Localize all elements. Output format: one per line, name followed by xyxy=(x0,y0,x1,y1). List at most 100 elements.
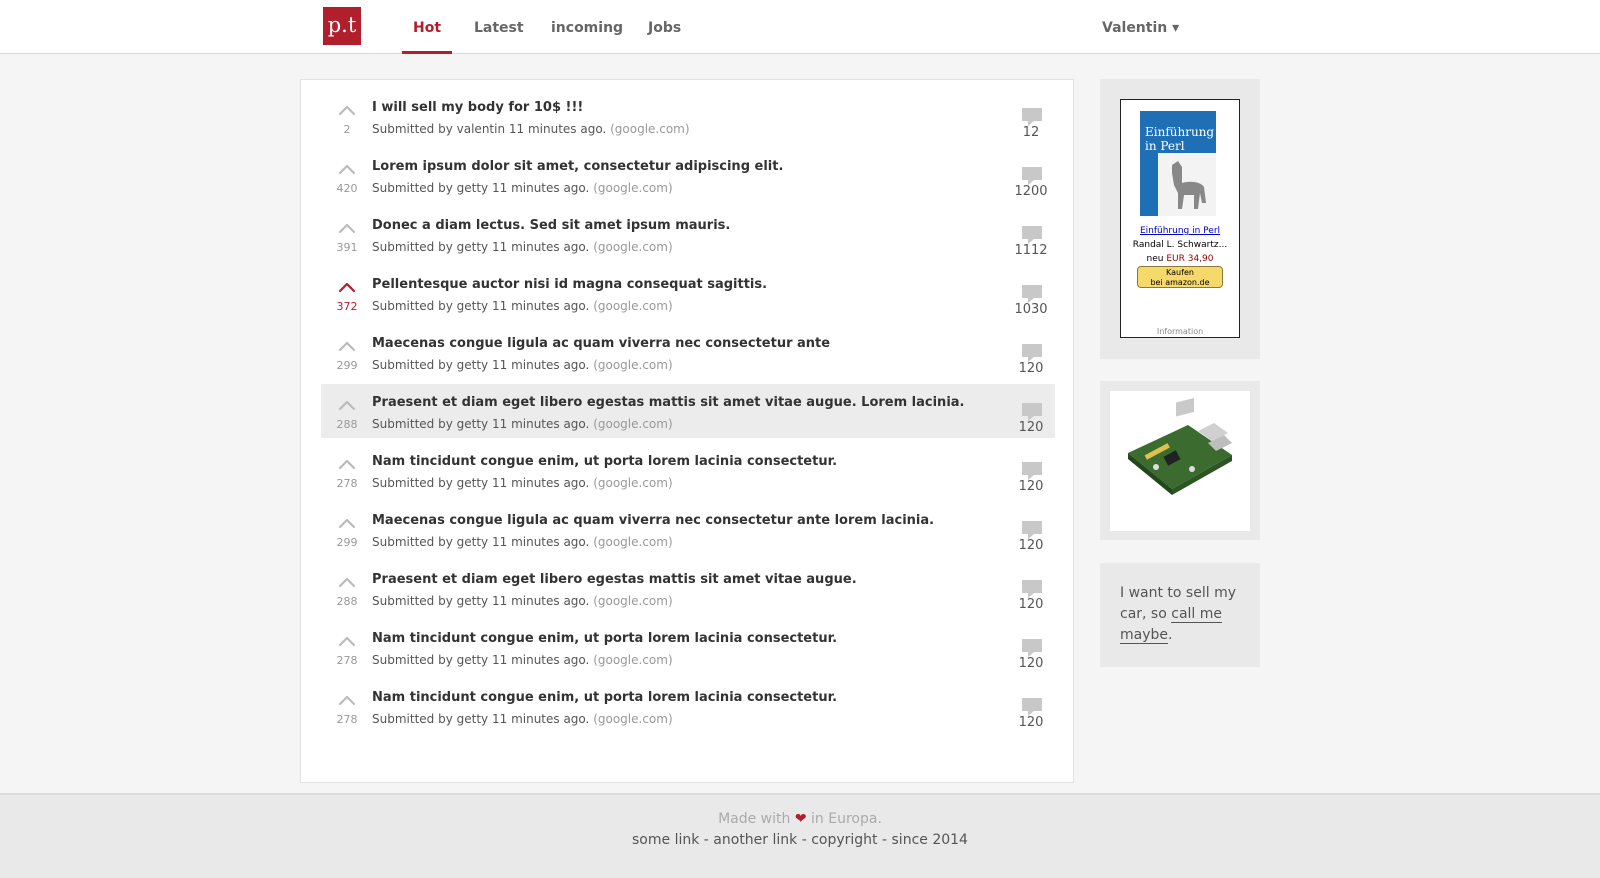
post-domain-link[interactable]: (google.com) xyxy=(593,358,672,372)
post-title-link[interactable]: I will sell my body for 10$ !!! xyxy=(372,100,583,115)
comment-count[interactable]: 120 xyxy=(991,597,1071,612)
user-menu-dropdown[interactable]: Valentin ▾ xyxy=(1102,20,1179,36)
post-meta: Submitted by valentin 11 minutes ago. (g… xyxy=(372,122,690,136)
post-title-link[interactable]: Nam tincidunt congue enim, ut porta lore… xyxy=(372,454,837,469)
post-title-link[interactable]: Nam tincidunt congue enim, ut porta lore… xyxy=(372,690,837,705)
post-meta: Submitted by getty 11 minutes ago. (goog… xyxy=(372,299,673,313)
site-logo[interactable]: p.t xyxy=(321,5,363,47)
post-meta: Submitted by getty 11 minutes ago. (goog… xyxy=(372,653,673,667)
post-title-link[interactable]: Pellentesque auctor nisi id magna conseq… xyxy=(372,277,767,292)
post-row: 299 Maecenas congue ligula ac quam viverr… xyxy=(321,325,1055,379)
upvote-arrow-icon[interactable] xyxy=(337,516,357,530)
post-time: 11 minutes ago. xyxy=(491,181,590,195)
ad-information-link[interactable]: Information xyxy=(1121,327,1239,336)
post-domain-link[interactable]: (google.com) xyxy=(610,122,689,136)
post-time: 11 minutes ago. xyxy=(491,653,590,667)
post-title-link[interactable]: Praesent et diam eget libero egestas mat… xyxy=(372,572,857,587)
upvote-arrow-icon[interactable] xyxy=(337,162,357,176)
post-row: 372 Pellentesque auctor nisi id magna con… xyxy=(321,266,1055,320)
post-domain-link[interactable]: (google.com) xyxy=(593,535,672,549)
promo-widget: I want to sell my car, so call me maybe. xyxy=(1100,563,1260,667)
comment-count[interactable]: 120 xyxy=(991,538,1071,553)
post-title-link[interactable]: Lorem ipsum dolor sit amet, consectetur … xyxy=(372,159,783,174)
comment-count[interactable]: 120 xyxy=(991,656,1071,671)
post-meta: Submitted by getty 11 minutes ago. (goog… xyxy=(372,358,673,372)
amazon-ad[interactable]: Einführung in Perl Einführung in Perl Ra… xyxy=(1120,99,1240,338)
comment-count[interactable]: 120 xyxy=(991,715,1071,730)
post-time: 11 minutes ago. xyxy=(491,476,590,490)
post-meta-prefix: Submitted by xyxy=(372,240,453,254)
comment-count[interactable]: 1200 xyxy=(991,184,1071,199)
post-list: 2 I will sell my body for 10$ !!! Submitte… xyxy=(300,79,1074,783)
post-time: 11 minutes ago. xyxy=(491,240,590,254)
post-author-link[interactable]: getty xyxy=(457,535,489,549)
post-row: 288 Praesent et diam eget libero egestas … xyxy=(321,384,1055,438)
vote-count: 288 xyxy=(336,418,358,431)
upvote-arrow-icon[interactable] xyxy=(337,634,357,648)
nav-tab-latest[interactable]: Latest xyxy=(474,20,524,54)
upvote-arrow-icon[interactable] xyxy=(337,103,357,117)
upvote-arrow-icon[interactable] xyxy=(337,221,357,235)
ad-buy-button[interactable]: Kaufen bei amazon.de xyxy=(1137,266,1223,288)
post-author-link[interactable]: getty xyxy=(457,712,489,726)
footer-link-copyright[interactable]: copyright xyxy=(811,832,877,848)
post-title-link[interactable]: Praesent et diam eget libero egestas mat… xyxy=(372,395,964,410)
comment-count[interactable]: 1030 xyxy=(991,302,1071,317)
post-title-link[interactable]: Nam tincidunt congue enim, ut porta lore… xyxy=(372,631,837,646)
post-domain-link[interactable]: (google.com) xyxy=(593,653,672,667)
post-author-link[interactable]: getty xyxy=(457,417,489,431)
post-author-link[interactable]: getty xyxy=(457,653,489,667)
post-title-link[interactable]: Donec a diam lectus. Sed sit amet ipsum … xyxy=(372,218,730,233)
footer-link-another[interactable]: another link xyxy=(713,832,797,848)
post-meta-prefix: Submitted by xyxy=(372,417,453,431)
book-cover-image[interactable]: Einführung in Perl xyxy=(1140,111,1216,216)
comment-count[interactable]: 1112 xyxy=(991,243,1071,258)
post-author-link[interactable]: getty xyxy=(457,476,489,490)
post-domain-link[interactable]: (google.com) xyxy=(593,299,672,313)
upvote-arrow-icon[interactable] xyxy=(337,457,357,471)
post-meta-prefix: Submitted by xyxy=(372,476,453,490)
post-domain-link[interactable]: (google.com) xyxy=(593,181,672,195)
post-domain-link[interactable]: (google.com) xyxy=(593,476,672,490)
promo-text-suffix: . xyxy=(1168,627,1173,643)
vote-count: 2 xyxy=(343,123,351,136)
post-title-link[interactable]: Maecenas congue ligula ac quam viverra n… xyxy=(372,336,830,351)
comment-count[interactable]: 120 xyxy=(991,361,1071,376)
post-row: 420 Lorem ipsum dolor sit amet, consectet… xyxy=(321,148,1055,202)
post-author-link[interactable]: getty xyxy=(457,358,489,372)
post-meta-prefix: Submitted by xyxy=(372,122,453,136)
heart-icon: ❤ xyxy=(794,811,807,827)
comment-count[interactable]: 120 xyxy=(991,479,1071,494)
comment-count[interactable]: 12 xyxy=(991,125,1071,140)
vote-count: 288 xyxy=(336,595,358,608)
nav-tab-incoming[interactable]: incoming xyxy=(551,20,623,54)
nav-tab-hot[interactable]: Hot xyxy=(402,20,452,54)
post-title-link[interactable]: Maecenas congue ligula ac quam viverra n… xyxy=(372,513,934,528)
post-author-link[interactable]: getty xyxy=(457,299,489,313)
circuit-board-image[interactable] xyxy=(1110,391,1250,531)
post-row: 391 Donec a diam lectus. Sed sit amet ips… xyxy=(321,207,1055,261)
upvote-arrow-icon[interactable] xyxy=(337,693,357,707)
top-navbar: p.t Hot Latest incoming Jobs Valentin ▾ xyxy=(0,0,1600,54)
comment-count[interactable]: 120 xyxy=(991,420,1071,435)
post-author-link[interactable]: getty xyxy=(457,240,489,254)
nav-tab-jobs[interactable]: Jobs xyxy=(648,20,681,54)
upvote-arrow-icon[interactable] xyxy=(337,339,357,353)
post-domain-link[interactable]: (google.com) xyxy=(593,417,672,431)
post-author-link[interactable]: getty xyxy=(457,181,489,195)
post-author-link[interactable]: getty xyxy=(457,594,489,608)
upvote-arrow-icon[interactable] xyxy=(337,398,357,412)
book-cover-title: Einführung in Perl xyxy=(1145,125,1215,153)
post-domain-link[interactable]: (google.com) xyxy=(593,240,672,254)
post-domain-link[interactable]: (google.com) xyxy=(593,712,672,726)
footer-link-some[interactable]: some link xyxy=(632,832,699,848)
post-meta: Submitted by getty 11 minutes ago. (goog… xyxy=(372,476,673,490)
post-author-link[interactable]: valentin xyxy=(457,122,505,136)
ad-price-label: neu xyxy=(1146,254,1164,264)
upvote-arrow-icon[interactable] xyxy=(337,575,357,589)
upvote-arrow-icon[interactable] xyxy=(337,280,357,294)
footer-made-prefix: Made with xyxy=(718,811,791,827)
ad-product-title-link[interactable]: Einführung in Perl xyxy=(1121,226,1239,236)
vote-count: 299 xyxy=(336,359,358,372)
post-domain-link[interactable]: (google.com) xyxy=(593,594,672,608)
